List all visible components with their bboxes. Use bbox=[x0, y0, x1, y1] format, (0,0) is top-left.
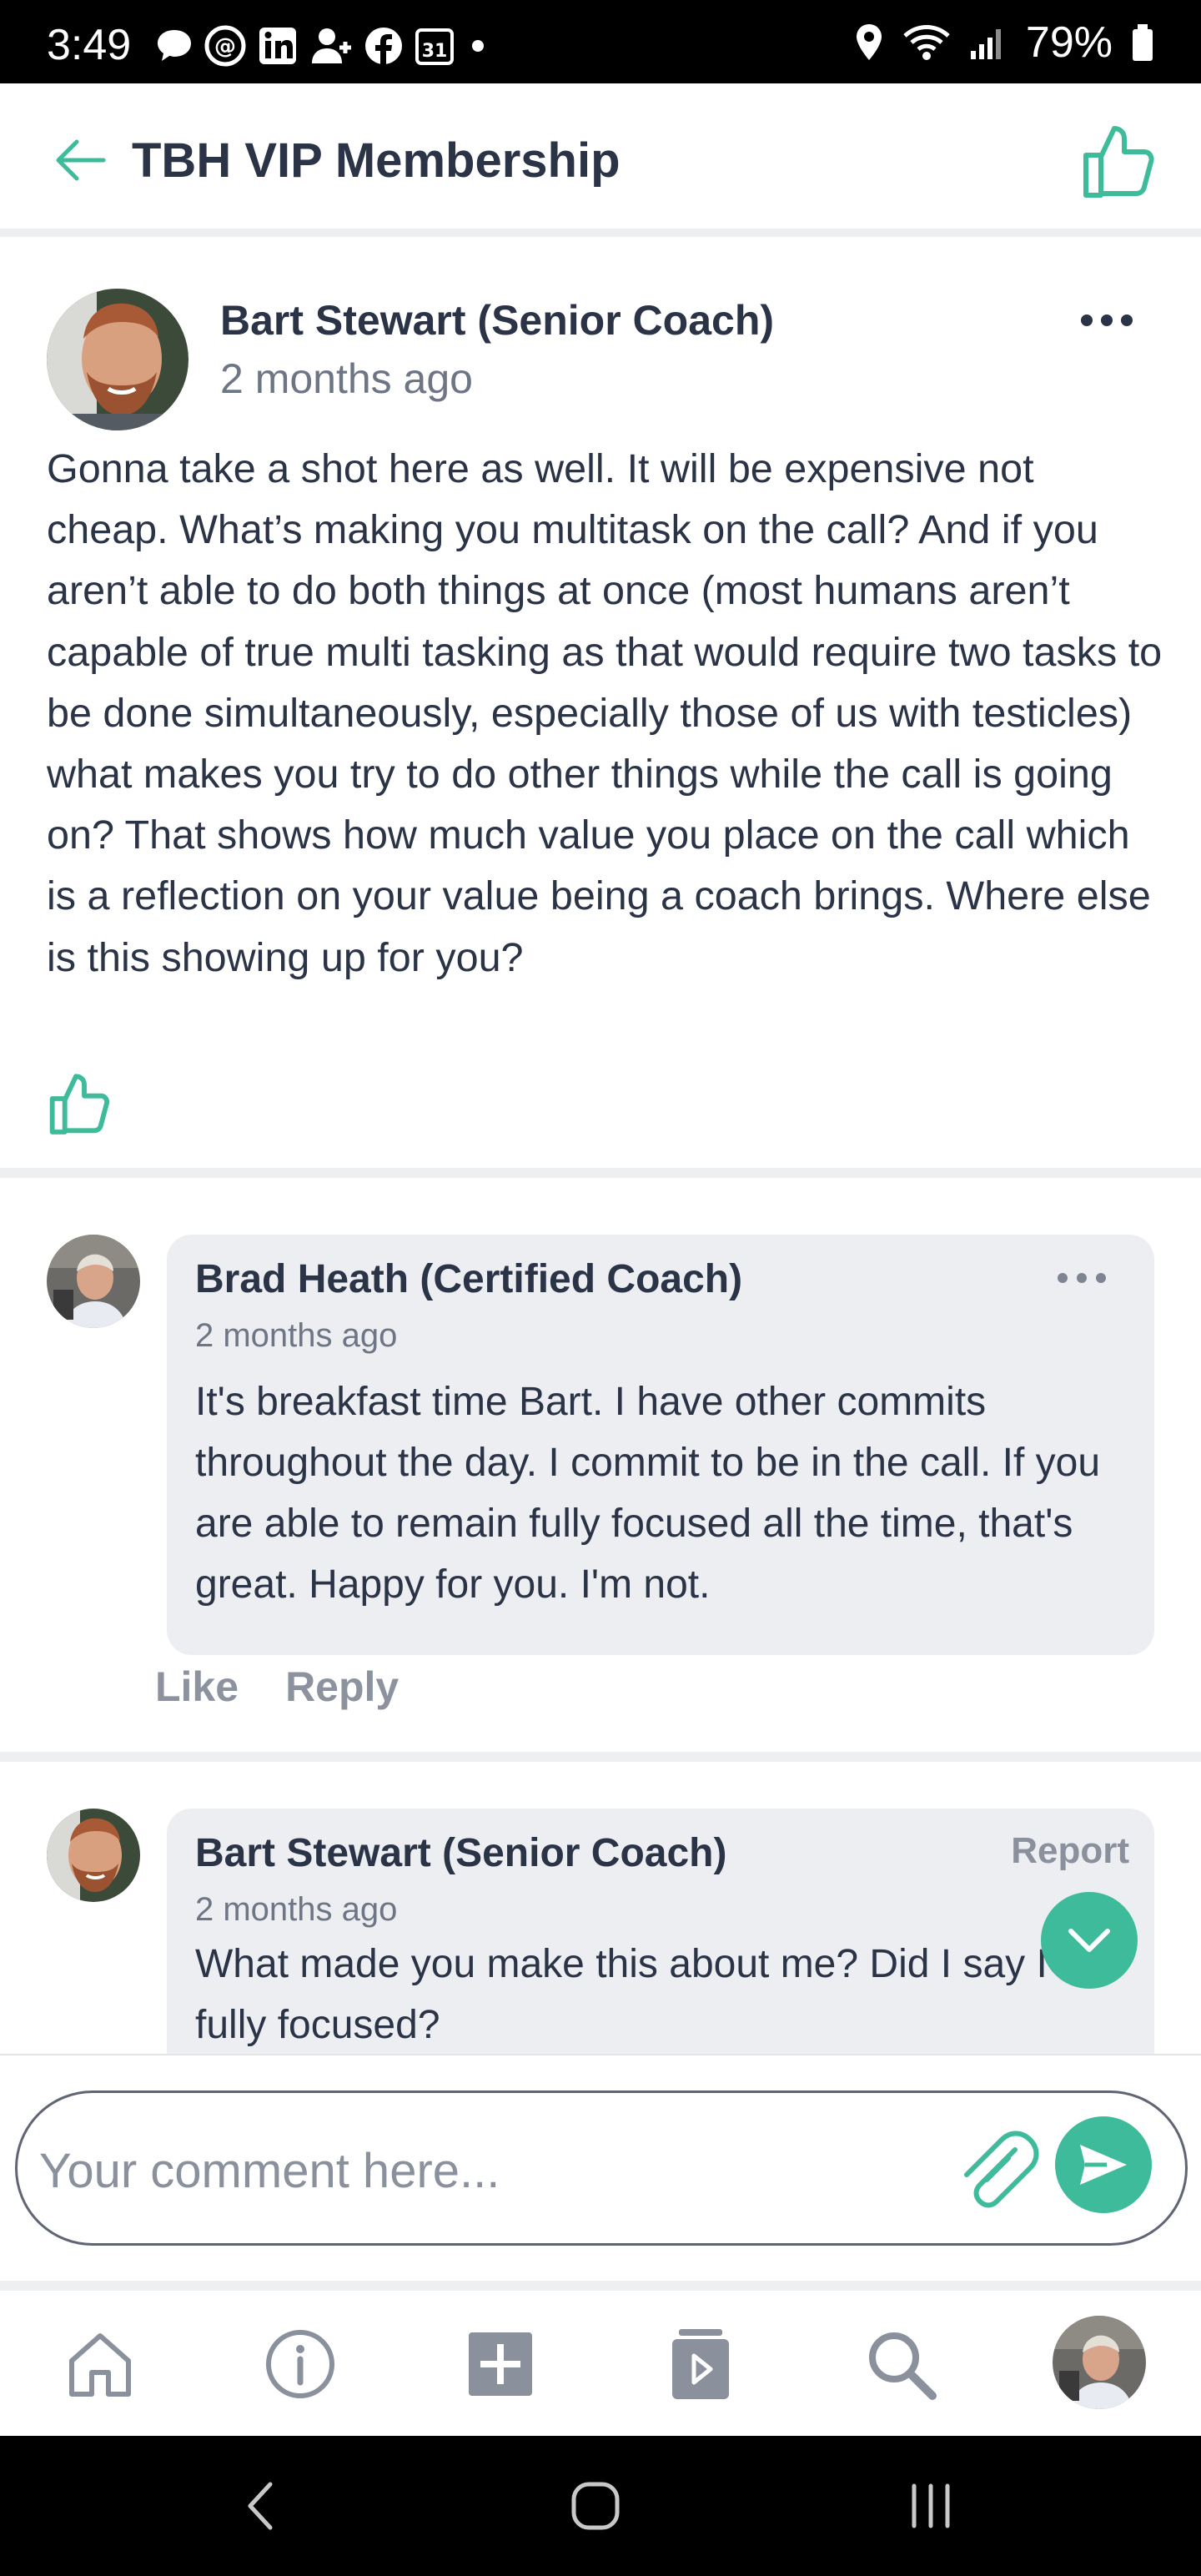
thumbs-up-icon[interactable] bbox=[1079, 120, 1159, 200]
svg-text:@: @ bbox=[214, 34, 236, 59]
battery-percent: 79% bbox=[1025, 18, 1113, 67]
reply-button[interactable]: Reply bbox=[285, 1662, 399, 1712]
battery-icon bbox=[1133, 24, 1153, 61]
author-avatar[interactable] bbox=[47, 289, 188, 430]
signal-icon bbox=[970, 29, 1001, 59]
status-bar: 3:49 @ 31 79% bbox=[0, 0, 1201, 83]
comment-more-options-icon[interactable] bbox=[1056, 1271, 1108, 1285]
media-icon bbox=[672, 2329, 729, 2399]
person-add-icon bbox=[312, 28, 351, 63]
linkedin-icon bbox=[259, 28, 296, 64]
like-button[interactable]: Like bbox=[155, 1662, 239, 1712]
home-icon bbox=[69, 2333, 131, 2397]
add-icon bbox=[469, 2332, 532, 2396]
comment-composer bbox=[0, 2054, 1201, 2291]
svg-text:31: 31 bbox=[422, 41, 448, 62]
system-back-button[interactable] bbox=[227, 2479, 294, 2533]
wifi-icon bbox=[903, 25, 950, 60]
send-button[interactable] bbox=[1055, 2116, 1152, 2213]
post-card: Bart Stewart (Senior Coach) 2 months ago… bbox=[0, 245, 1201, 1178]
status-time: 3:49 bbox=[47, 21, 132, 69]
threads-icon: @ bbox=[204, 25, 246, 67]
post-body: Gonna take a shot here as well. It will … bbox=[47, 446, 1163, 980]
commenter-avatar[interactable] bbox=[47, 1809, 140, 1902]
profile-avatar[interactable] bbox=[1053, 2316, 1146, 2409]
comment: Brad Heath (Certified Coach) 2 months ag… bbox=[0, 1188, 1201, 1762]
top-header: TBH VIP Membership bbox=[0, 83, 1201, 237]
comment-bubble: Brad Heath (Certified Coach) 2 months ag… bbox=[167, 1235, 1154, 1655]
comment: Bart Stewart (Senior Coach) Report 2 mon… bbox=[0, 1772, 1201, 2055]
system-home-button[interactable] bbox=[562, 2479, 629, 2533]
chevron-left-icon bbox=[248, 2482, 273, 2530]
comment-text: It's breakfast time Bart. I have other c… bbox=[195, 1380, 1101, 1607]
system-nav-bar bbox=[0, 2436, 1201, 2576]
comment-author[interactable]: Bart Stewart (Senior Coach) bbox=[195, 1829, 726, 1879]
paperclip-icon[interactable] bbox=[950, 2125, 1042, 2216]
nav-media[interactable] bbox=[661, 2324, 741, 2404]
post-author[interactable]: Bart Stewart (Senior Coach) bbox=[220, 295, 774, 345]
nav-add[interactable] bbox=[460, 2324, 540, 2404]
chevron-down-icon bbox=[1068, 1929, 1110, 1952]
post-timestamp: 2 months ago bbox=[220, 355, 473, 402]
search-icon bbox=[869, 2332, 937, 2400]
nav-info[interactable] bbox=[260, 2324, 340, 2404]
chat-bubble-icon bbox=[158, 30, 191, 61]
comment-text: What made you make this about me? Did I … bbox=[195, 1942, 1114, 2047]
commenter-avatar[interactable] bbox=[47, 1235, 140, 1328]
send-icon bbox=[1080, 2145, 1127, 2185]
comment-author[interactable]: Brad Heath (Certified Coach) bbox=[195, 1255, 742, 1305]
report-button[interactable]: Report bbox=[1011, 1829, 1129, 1874]
nav-search[interactable] bbox=[861, 2324, 941, 2404]
post-like-icon[interactable] bbox=[47, 1069, 113, 1136]
comment-input[interactable] bbox=[39, 2133, 940, 2208]
comment-timestamp: 2 months ago bbox=[195, 1317, 398, 1354]
system-recents-button[interactable] bbox=[897, 2479, 964, 2533]
nav-home[interactable] bbox=[60, 2324, 140, 2404]
scroll-down-button[interactable] bbox=[1041, 1892, 1138, 1989]
more-options-icon[interactable] bbox=[1079, 312, 1134, 329]
back-arrow-icon[interactable] bbox=[52, 137, 107, 184]
calendar-icon: 31 bbox=[415, 28, 454, 65]
comment-bubble: Bart Stewart (Senior Coach) Report 2 mon… bbox=[167, 1809, 1154, 2055]
page-title: TBH VIP Membership bbox=[132, 133, 621, 188]
info-icon bbox=[266, 2330, 334, 2398]
bottom-nav bbox=[0, 2291, 1201, 2436]
dot-icon bbox=[472, 40, 484, 52]
comment-actions: Like Reply bbox=[155, 1662, 399, 1712]
notification-icons: @ 31 bbox=[155, 25, 490, 67]
facebook-icon bbox=[365, 28, 402, 64]
recents-icon bbox=[912, 2483, 950, 2528]
comment-timestamp: 2 months ago bbox=[195, 1891, 398, 1928]
home-outline-icon bbox=[571, 2482, 620, 2530]
system-status-icons: 79% bbox=[854, 18, 1154, 67]
location-icon bbox=[856, 24, 882, 60]
comment-input-wrapper bbox=[15, 2090, 1188, 2246]
